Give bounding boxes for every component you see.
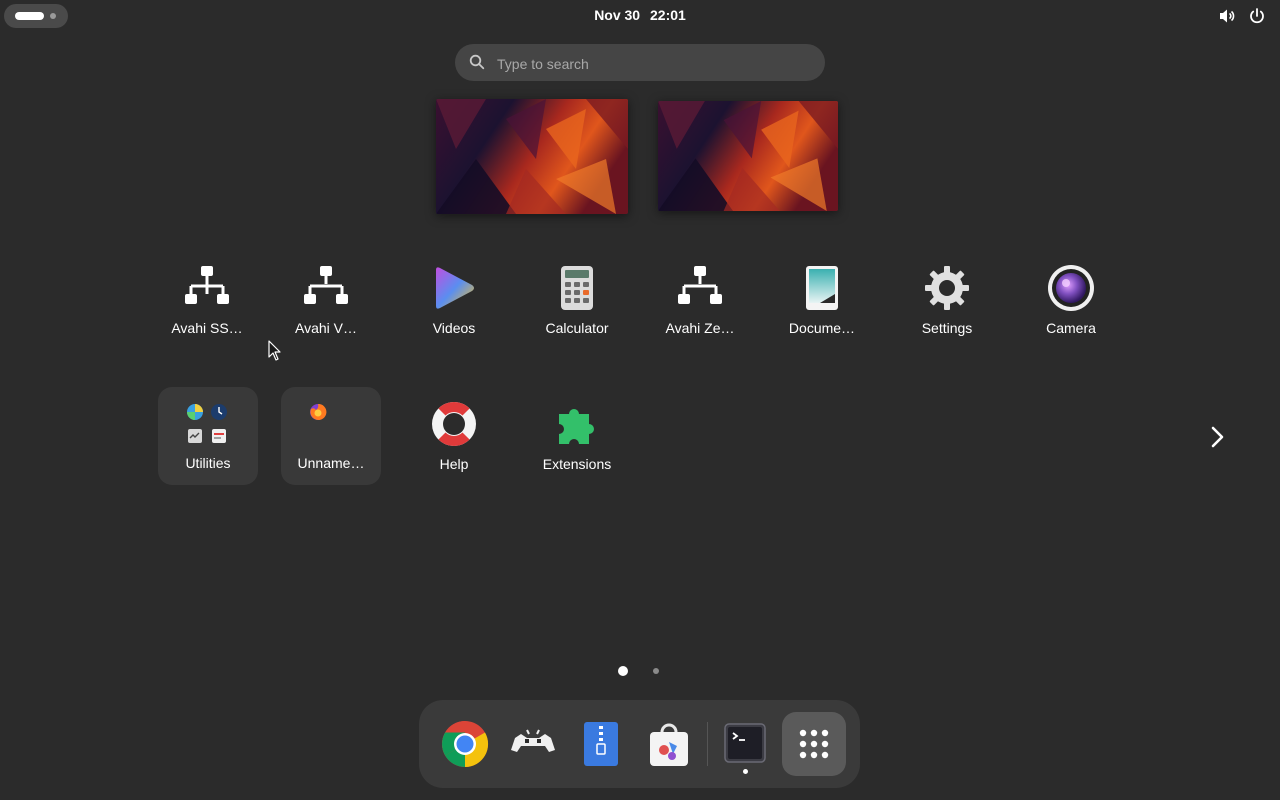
page-dot-1[interactable]: [618, 666, 628, 676]
app-label: Help: [439, 456, 469, 472]
app-label: Docume…: [788, 320, 856, 336]
folder-unnamed[interactable]: Unname…: [281, 387, 381, 485]
app-label: Avahi V…: [295, 320, 357, 336]
gamepad-icon: [511, 729, 555, 752]
search-input[interactable]: [495, 44, 809, 83]
dock-item-chrome[interactable]: [433, 712, 497, 776]
dock-item-archive-manager[interactable]: [569, 712, 633, 776]
search-icon: [469, 54, 485, 70]
wallpaper-image: [436, 99, 628, 214]
page-indicator: [616, 664, 666, 678]
running-indicator: [743, 769, 748, 774]
terminal-icon: [724, 723, 766, 763]
dock-item-terminal[interactable]: [713, 712, 777, 776]
show-apps-button[interactable]: [782, 712, 846, 776]
app-label: Calculator: [545, 320, 609, 336]
puzzle-icon: [559, 409, 594, 444]
dock-item-software[interactable]: [637, 712, 701, 776]
clock[interactable]: Nov 30 22:01: [0, 7, 1280, 23]
app-label: Videos: [432, 320, 476, 336]
lifebuoy-icon: [432, 402, 476, 446]
app-grid-icon: [799, 729, 829, 759]
archive-icon: [584, 722, 618, 766]
dock-separator: [707, 722, 708, 766]
app-help[interactable]: Help: [396, 400, 512, 496]
app-label: Camera: [1046, 320, 1096, 336]
network-icon: [185, 266, 229, 304]
clock-app-icon: [211, 404, 227, 420]
logs-icon: [212, 429, 226, 443]
power-icon[interactable]: [1248, 7, 1266, 25]
folder-label: Unname…: [297, 455, 365, 471]
app-settings[interactable]: Settings: [889, 264, 1005, 360]
firefox-icon: [310, 403, 327, 420]
clock-date: Nov 30: [594, 7, 641, 23]
clock-time: 22:01: [650, 7, 686, 23]
calculator-icon: [561, 266, 593, 310]
mouse-cursor-icon: [268, 340, 281, 361]
app-avahi-zeroconf[interactable]: Avahi Ze…: [642, 264, 758, 360]
videos-icon: [436, 267, 474, 309]
chrome-icon: [442, 721, 489, 768]
network-icon: [678, 266, 722, 304]
app-camera[interactable]: Camera: [1013, 264, 1129, 360]
gear-icon: [925, 266, 969, 310]
app-document-viewer[interactable]: Docume…: [764, 264, 880, 360]
camera-icon: [1048, 265, 1094, 311]
system-tray[interactable]: [1218, 6, 1266, 26]
dock: [419, 700, 860, 788]
app-videos[interactable]: Videos: [396, 264, 512, 360]
app-avahi-vnc[interactable]: Avahi V…: [268, 264, 384, 360]
app-avahi-ssh[interactable]: Avahi SS…: [149, 264, 265, 360]
app-label: Avahi Ze…: [665, 320, 735, 336]
software-store-icon: [650, 723, 688, 766]
top-bar: Nov 30 22:01: [0, 0, 1280, 32]
workspace-thumbnail-2[interactable]: [658, 101, 838, 211]
disk-usage-icon: [187, 404, 203, 420]
system-monitor-icon: [188, 429, 202, 443]
search-bar[interactable]: [455, 44, 825, 83]
network-icon: [304, 266, 348, 304]
app-extensions[interactable]: Extensions: [519, 400, 635, 496]
dock-item-retroarch[interactable]: [501, 712, 565, 776]
app-label: Avahi SS…: [171, 320, 243, 336]
app-label: Settings: [921, 320, 973, 336]
document-viewer-icon: [806, 266, 838, 310]
wallpaper-image: [658, 101, 838, 211]
workspace-thumbnail-1[interactable]: [436, 99, 628, 214]
page-dot-2[interactable]: [653, 668, 659, 674]
next-page-arrow-icon[interactable]: [1206, 425, 1228, 449]
folder-label: Utilities: [185, 455, 231, 471]
folder-utilities[interactable]: Utilities: [158, 387, 258, 485]
app-label: Extensions: [542, 456, 612, 472]
volume-icon[interactable]: [1218, 7, 1236, 25]
app-calculator[interactable]: Calculator: [519, 264, 635, 360]
